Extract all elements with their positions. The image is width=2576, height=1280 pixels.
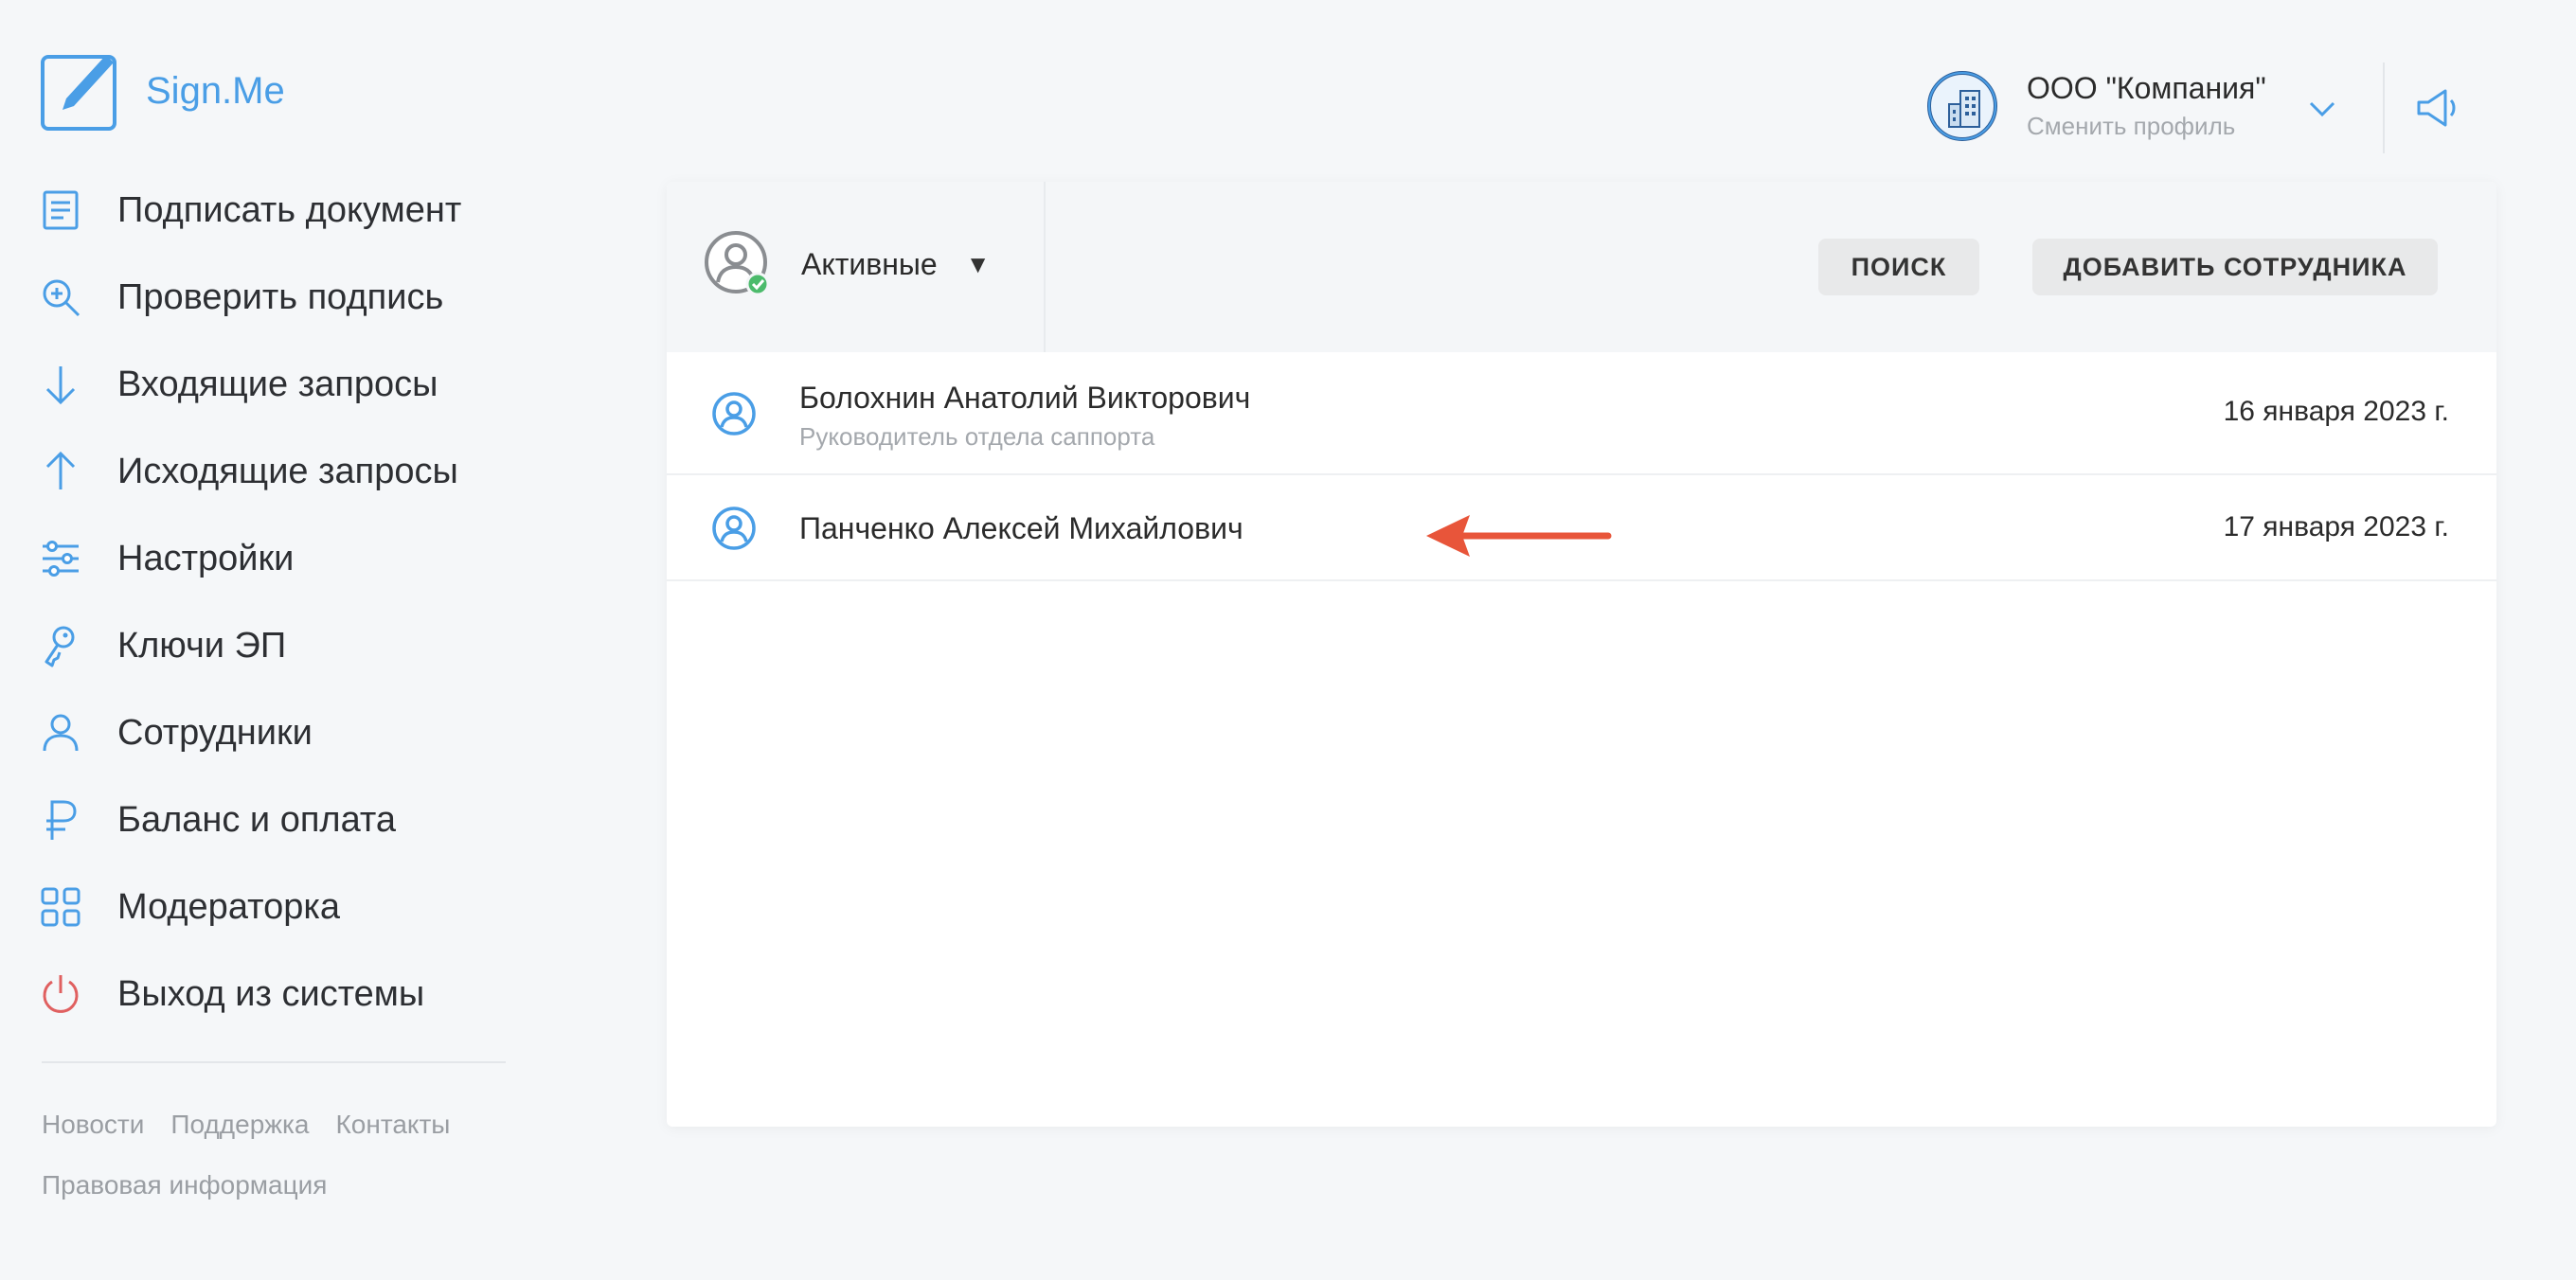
sidebar-divider xyxy=(42,1061,506,1063)
page: Sign.Me Подписать документ Проверить под… xyxy=(0,0,2576,1280)
power-icon xyxy=(38,971,83,1017)
caret-down-icon: ▼ xyxy=(965,249,991,278)
sidebar-item-balance[interactable]: Баланс и оплата xyxy=(38,776,511,863)
footer-link-contacts[interactable]: Контакты xyxy=(335,1110,450,1140)
search-button[interactable]: ПОИСК xyxy=(1818,239,1979,295)
profile-text: ООО "Компания" Сменить профиль xyxy=(2027,71,2266,141)
sidebar-item-outgoing-requests[interactable]: Исходящие запросы xyxy=(38,428,511,515)
employee-name: Болохнин Анатолий Викторович xyxy=(799,381,1251,415)
megaphone-icon[interactable] xyxy=(2415,87,2460,129)
sidebar-nav: Подписать документ Проверить подпись Вхо… xyxy=(38,167,511,1038)
chevron-down-icon[interactable] xyxy=(2303,95,2341,123)
table-row[interactable]: Болохнин Анатолий Викторович Руководител… xyxy=(667,352,2496,475)
sidebar-item-label: Входящие запросы xyxy=(117,364,438,404)
sidebar-item-moderation[interactable]: Модераторка xyxy=(38,863,511,951)
sidebar-item-label: Ключи ЭП xyxy=(117,625,287,666)
employee-date: 17 января 2023 г. xyxy=(2223,511,2449,542)
footer-row: Правовая информация xyxy=(42,1170,515,1200)
user-active-icon xyxy=(705,231,770,296)
profile-switcher[interactable]: ООО "Компания" Сменить профиль xyxy=(1926,70,2266,142)
user-avatar-icon xyxy=(712,392,756,436)
annotation-arrow-icon xyxy=(1426,515,1612,557)
status-filter-dropdown[interactable]: Активные ▼ xyxy=(703,229,990,299)
footer-row: Новости Поддержка Контакты xyxy=(42,1110,515,1140)
sidebar-item-settings[interactable]: Настройки xyxy=(38,515,511,602)
arrow-up-icon xyxy=(38,449,83,494)
sidebar-item-label: Проверить подпись xyxy=(117,276,444,317)
sidebar-item-sign-document[interactable]: Подписать документ xyxy=(38,167,511,254)
sidebar-item-logout[interactable]: Выход из системы xyxy=(38,951,511,1038)
employees-toolbar: Активные ▼ ПОИСК ДОБАВИТЬ СОТРУДНИКА xyxy=(667,182,2496,352)
sidebar-item-label: Выход из системы xyxy=(117,973,425,1014)
sidebar-item-label: Баланс и оплата xyxy=(117,799,396,840)
grid-icon xyxy=(38,884,83,930)
app-logo[interactable]: Sign.Me xyxy=(40,49,285,133)
arrow-down-icon xyxy=(38,362,83,407)
footer-link-support[interactable]: Поддержка xyxy=(170,1110,309,1140)
app-name: Sign.Me xyxy=(146,69,285,112)
sidebar-item-signature-keys[interactable]: Ключи ЭП xyxy=(38,602,511,689)
key-icon xyxy=(38,623,83,668)
sliders-icon xyxy=(38,536,83,581)
ruble-icon xyxy=(38,797,83,843)
employee-date: 16 января 2023 г. xyxy=(2223,396,2449,427)
company-name: ООО "Компания" xyxy=(2027,71,2266,105)
sidebar-item-label: Исходящие запросы xyxy=(117,451,458,491)
status-filter-label: Активные xyxy=(801,246,938,281)
signme-logo-icon xyxy=(41,55,116,131)
person-icon xyxy=(38,710,83,756)
employee-role: Руководитель отдела саппорта xyxy=(799,422,1155,451)
toolbar-separator xyxy=(1044,182,1046,352)
sidebar-item-employees[interactable]: Сотрудники xyxy=(38,689,511,776)
footer-links: Новости Поддержка Контакты Правовая инфо… xyxy=(42,1110,515,1231)
sidebar-item-label: Сотрудники xyxy=(117,712,313,753)
footer-link-news[interactable]: Новости xyxy=(42,1110,144,1140)
company-building-icon xyxy=(1927,71,1997,141)
employee-name: Панченко Алексей Михайлович xyxy=(799,511,1243,545)
sidebar-item-label: Настройки xyxy=(117,538,295,578)
user-avatar-icon xyxy=(712,507,756,550)
add-employee-button[interactable]: ДОБАВИТЬ СОТРУДНИКА xyxy=(2032,239,2438,295)
sidebar-item-label: Модераторка xyxy=(117,886,340,927)
document-icon xyxy=(38,187,83,233)
sidebar-item-verify-signature[interactable]: Проверить подпись xyxy=(38,254,511,341)
magnifier-plus-icon xyxy=(38,275,83,320)
footer-link-legal[interactable]: Правовая информация xyxy=(42,1170,327,1200)
sidebar-item-label: Подписать документ xyxy=(117,189,462,230)
employees-card: Активные ▼ ПОИСК ДОБАВИТЬ СОТРУДНИКА Бол… xyxy=(667,182,2496,1127)
sidebar-item-incoming-requests[interactable]: Входящие запросы xyxy=(38,341,511,428)
switch-profile-label: Сменить профиль xyxy=(2027,112,2236,140)
header-separator xyxy=(2383,62,2385,153)
